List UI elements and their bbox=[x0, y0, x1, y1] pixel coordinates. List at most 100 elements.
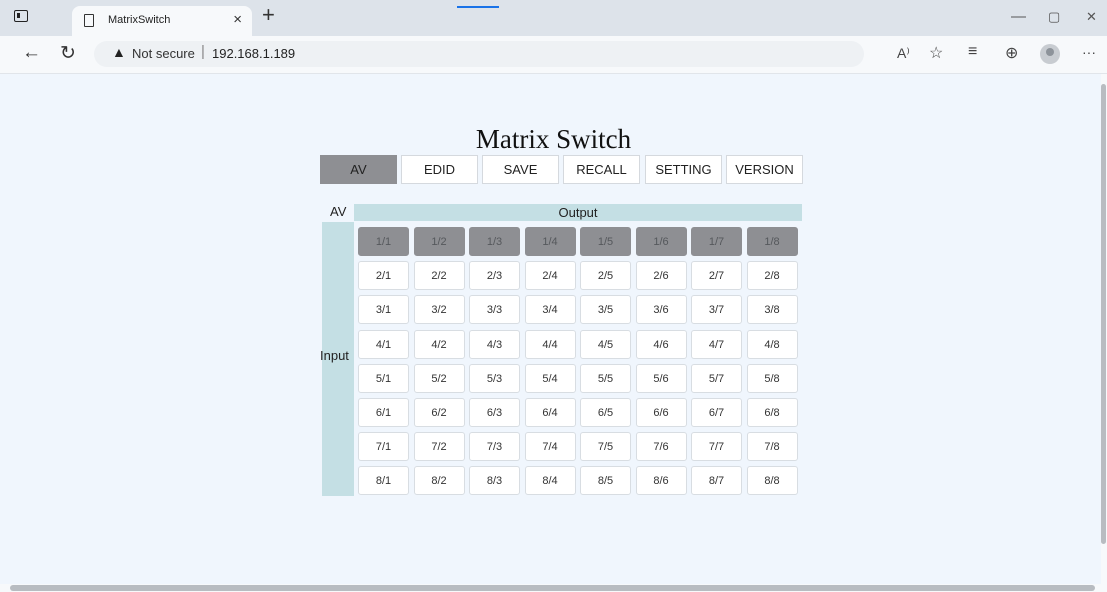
route-cell[interactable]: 3/1 bbox=[358, 295, 409, 325]
route-cell[interactable]: 6/7 bbox=[691, 398, 742, 427]
route-cell[interactable]: 2/3 bbox=[469, 261, 520, 291]
route-cell[interactable]: 7/2 bbox=[413, 432, 465, 462]
minimize-icon[interactable]: — bbox=[1011, 8, 1026, 25]
route-cell[interactable]: 5/1 bbox=[358, 363, 409, 393]
route-cell[interactable]: 7/7 bbox=[691, 432, 742, 462]
route-cell[interactable]: 5/8 bbox=[746, 363, 798, 393]
route-cell[interactable]: 8/4 bbox=[524, 466, 576, 496]
route-cell[interactable]: 4/4 bbox=[524, 329, 576, 359]
route-cell[interactable]: 4/6 bbox=[635, 329, 687, 359]
route-cell[interactable]: 6/5 bbox=[580, 398, 631, 427]
more-icon[interactable]: ··· bbox=[1082, 44, 1096, 60]
route-cell[interactable]: 3/6 bbox=[635, 295, 687, 325]
browser-tab[interactable]: MatrixSwitch × bbox=[72, 6, 252, 36]
add-favorite-icon[interactable]: ☆ bbox=[929, 43, 943, 63]
menu-save-button[interactable]: SAVE bbox=[482, 155, 559, 184]
read-aloud-icon[interactable]: A⁾ bbox=[897, 45, 910, 62]
menu-recall-button[interactable]: RECALL bbox=[563, 155, 640, 184]
route-cell[interactable]: 6/8 bbox=[746, 398, 798, 427]
tab-actions-icon[interactable] bbox=[14, 10, 28, 22]
route-cell[interactable]: 3/2 bbox=[413, 295, 465, 325]
route-cell[interactable]: 2/8 bbox=[746, 261, 798, 291]
vertical-scroll-thumb[interactable] bbox=[1101, 84, 1106, 544]
route-cell[interactable]: 5/3 bbox=[469, 363, 520, 393]
back-icon[interactable]: ← bbox=[22, 42, 41, 64]
route-cell[interactable]: 3/7 bbox=[691, 295, 742, 325]
loading-indicator bbox=[457, 6, 499, 8]
route-cell[interactable]: 4/5 bbox=[580, 329, 631, 359]
route-cell[interactable]: 1/8 bbox=[746, 227, 798, 256]
route-cell[interactable]: 6/3 bbox=[469, 398, 520, 427]
route-cell[interactable]: 1/3 bbox=[469, 227, 520, 256]
route-cell[interactable]: 1/1 bbox=[358, 227, 409, 256]
route-cell[interactable]: 7/5 bbox=[580, 432, 631, 462]
route-cell[interactable]: 4/7 bbox=[691, 329, 742, 359]
input-column: Input bbox=[320, 222, 354, 496]
route-cell[interactable]: 1/4 bbox=[524, 227, 576, 256]
route-cell[interactable]: 5/2 bbox=[413, 363, 465, 393]
route-cell[interactable]: 5/5 bbox=[580, 363, 631, 393]
route-cell[interactable]: 4/2 bbox=[413, 329, 465, 359]
route-cell[interactable]: 6/1 bbox=[358, 398, 409, 427]
page-icon bbox=[84, 14, 94, 27]
route-cell[interactable]: 4/8 bbox=[746, 329, 798, 359]
route-cell[interactable]: 7/1 bbox=[358, 432, 409, 462]
route-cell[interactable]: 2/1 bbox=[358, 261, 409, 291]
av-corner-label: AV bbox=[330, 204, 347, 219]
route-cell[interactable]: 1/2 bbox=[413, 227, 465, 256]
route-cell[interactable]: 3/4 bbox=[524, 295, 576, 325]
menu-av-button[interactable]: AV bbox=[320, 155, 397, 184]
route-cell[interactable]: 5/4 bbox=[524, 363, 576, 393]
route-cell[interactable]: 8/3 bbox=[469, 466, 520, 496]
address-separator: | bbox=[201, 43, 205, 60]
output-header: Output bbox=[354, 204, 802, 221]
route-cell[interactable]: 6/6 bbox=[635, 398, 687, 427]
route-cell[interactable]: 8/2 bbox=[413, 466, 465, 496]
route-cell[interactable]: 2/2 bbox=[413, 261, 465, 291]
browser-title-bar: MatrixSwitch × + — ▢ ✕ bbox=[0, 0, 1107, 36]
route-cell[interactable]: 8/6 bbox=[635, 466, 687, 496]
input-label: Input bbox=[320, 348, 349, 363]
warning-icon[interactable]: ▲ bbox=[112, 44, 126, 60]
route-cell[interactable]: 8/5 bbox=[580, 466, 631, 496]
route-cell[interactable]: 2/6 bbox=[635, 261, 687, 291]
menu-setting-button[interactable]: SETTING bbox=[645, 155, 722, 184]
route-cell[interactable]: 8/1 bbox=[358, 466, 409, 496]
window-close-icon[interactable]: ✕ bbox=[1086, 9, 1097, 25]
route-cell[interactable]: 1/5 bbox=[580, 227, 631, 256]
profile-avatar[interactable] bbox=[1040, 44, 1060, 64]
route-cell[interactable]: 2/5 bbox=[580, 261, 631, 291]
route-cell[interactable]: 3/3 bbox=[469, 295, 520, 325]
refresh-icon[interactable]: ↻ bbox=[60, 42, 76, 65]
route-cell[interactable]: 3/8 bbox=[746, 295, 798, 325]
route-cell[interactable]: 1/6 bbox=[635, 227, 687, 256]
address-bar[interactable]: ▲ Not secure | 192.168.1.189 bbox=[94, 41, 864, 67]
route-cell[interactable]: 6/4 bbox=[524, 398, 576, 427]
route-cell[interactable]: 7/4 bbox=[524, 432, 576, 462]
favorites-icon[interactable]: ≡ bbox=[968, 43, 977, 61]
url-text[interactable]: 192.168.1.189 bbox=[212, 46, 295, 61]
new-tab-icon[interactable]: + bbox=[262, 4, 275, 26]
menu-edid-button[interactable]: EDID bbox=[401, 155, 478, 184]
menu-version-button[interactable]: VERSION bbox=[726, 155, 803, 184]
maximize-icon[interactable]: ▢ bbox=[1048, 9, 1060, 25]
browser-toolbar: ← ↻ ▲ Not secure | 192.168.1.189 A⁾ ☆ ≡ … bbox=[0, 36, 1107, 74]
route-cell[interactable]: 5/7 bbox=[691, 363, 742, 393]
route-cell[interactable]: 2/7 bbox=[691, 261, 742, 291]
tab-close-icon[interactable]: × bbox=[233, 11, 242, 28]
horizontal-scroll-thumb[interactable] bbox=[10, 585, 1095, 591]
route-cell[interactable]: 4/3 bbox=[469, 329, 520, 359]
security-label[interactable]: Not secure bbox=[132, 46, 195, 61]
route-cell[interactable]: 6/2 bbox=[413, 398, 465, 427]
route-cell[interactable]: 3/5 bbox=[580, 295, 631, 325]
route-cell[interactable]: 4/1 bbox=[358, 329, 409, 359]
collections-icon[interactable]: ⊕ bbox=[1005, 43, 1018, 63]
route-cell[interactable]: 8/8 bbox=[746, 466, 798, 496]
route-cell[interactable]: 8/7 bbox=[691, 466, 742, 496]
route-cell[interactable]: 2/4 bbox=[524, 261, 576, 291]
route-cell[interactable]: 1/7 bbox=[691, 227, 742, 256]
route-cell[interactable]: 7/3 bbox=[469, 432, 520, 462]
route-cell[interactable]: 7/6 bbox=[635, 432, 687, 462]
route-cell[interactable]: 5/6 bbox=[635, 363, 687, 393]
route-cell[interactable]: 7/8 bbox=[746, 432, 798, 462]
